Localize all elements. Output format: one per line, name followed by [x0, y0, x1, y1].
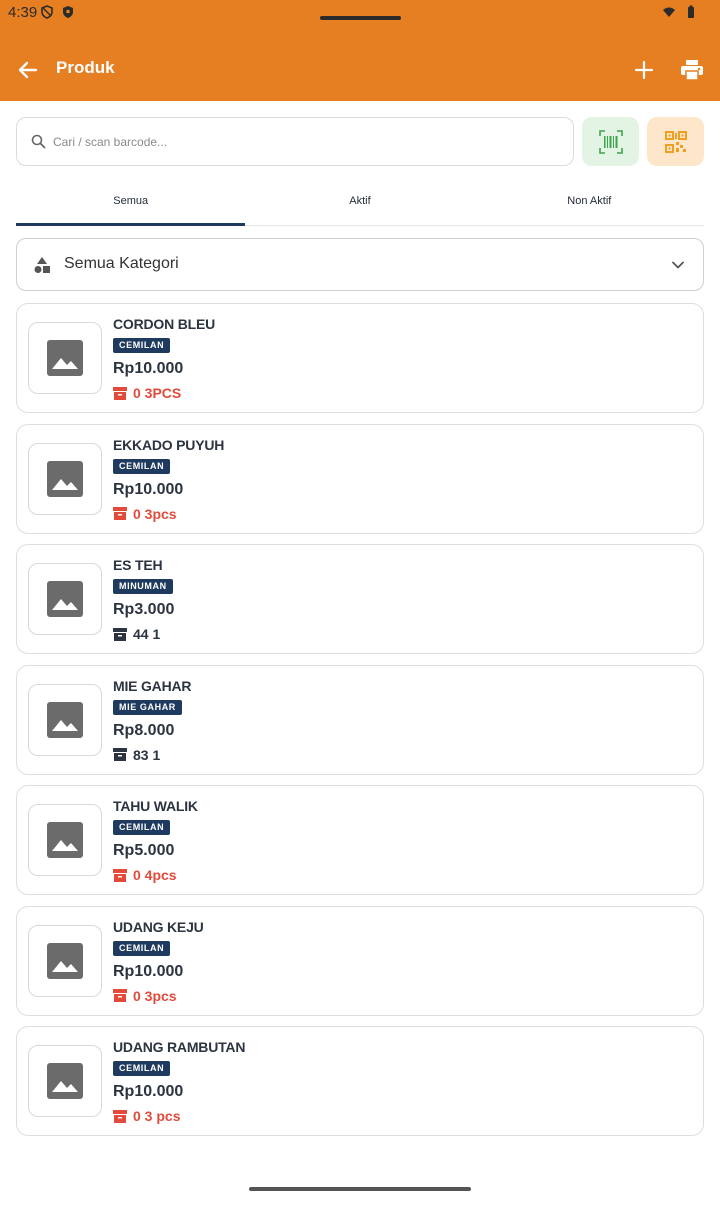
page-title: Produk: [56, 58, 115, 77]
product-card[interactable]: ES TEH MINUMAN Rp3.000 44 1: [16, 544, 704, 654]
back-button[interactable]: [12, 54, 44, 86]
product-name: UDANG RAMBUTAN: [113, 1039, 246, 1055]
category-dropdown-label: Semua Kategori: [64, 255, 179, 272]
status-bar: 4:39: [0, 0, 720, 28]
stock-value: 83 1: [133, 746, 161, 763]
image-placeholder-icon: [47, 581, 83, 617]
print-button[interactable]: [676, 54, 708, 86]
archive-box-icon: [113, 507, 127, 520]
qr-code-icon: [664, 130, 687, 153]
battery-icon: [688, 5, 694, 18]
image-placeholder-icon: [47, 942, 83, 979]
product-card[interactable]: MIE GAHAR MIE GAHAR Rp8.000 83 1: [16, 664, 704, 775]
stock-value: 0 3pcs: [133, 987, 177, 1004]
gesture-nav-bar: [249, 1187, 471, 1191]
product-stock: 0 4pcs: [113, 867, 177, 883]
product-price: Rp10.000: [113, 962, 184, 980]
product-thumbnail: [28, 322, 102, 394]
stock-value: 0 3PCS: [133, 385, 182, 401]
product-name: EKKADO PUYUH: [113, 436, 225, 453]
category-badge: MINUMAN: [113, 579, 173, 594]
image-placeholder-icon: [47, 340, 83, 376]
app-bar: 4:39 Produk: [0, 0, 720, 101]
product-card[interactable]: EKKADO PUYUH CEMILAN Rp10.000 0 3pcs: [16, 423, 704, 534]
add-product-button[interactable]: [628, 54, 660, 86]
archive-box-icon: [113, 868, 127, 882]
tab-aktif[interactable]: Aktif: [245, 180, 474, 225]
archive-box-icon: [113, 1109, 127, 1123]
shapes-icon: [34, 257, 50, 273]
product-name: CORDON BLEU: [113, 316, 216, 332]
category-badge: CEMILAN: [113, 820, 171, 835]
product-price: Rp10.000: [113, 480, 184, 498]
product-price: Rp3.000: [113, 601, 175, 618]
product-stock: 0 3 pcs: [113, 1108, 180, 1124]
printer-icon: [681, 60, 703, 80]
security-shield-icon: [63, 6, 73, 18]
image-placeholder-icon: [47, 460, 83, 497]
tab-non-aktif[interactable]: Non Aktif: [475, 180, 704, 225]
category-dropdown[interactable]: Semua Kategori: [16, 238, 704, 291]
category-badge: CEMILAN: [113, 458, 171, 474]
vpn-shield-icon: [41, 5, 53, 19]
product-thumbnail: [28, 442, 102, 515]
stock-value: 0 3 pcs: [133, 1108, 181, 1124]
product-price: Rp10.000: [113, 360, 184, 377]
wifi-icon: [663, 7, 675, 17]
archive-box-icon: [113, 748, 127, 761]
arrow-left-icon: [18, 61, 38, 79]
category-badge: CEMILAN: [113, 338, 171, 353]
product-name: TAHU WALIK: [113, 798, 198, 814]
status-notch-pill: [320, 16, 401, 20]
tab-semua[interactable]: Semua: [16, 180, 246, 226]
search-bar: [16, 117, 574, 166]
product-stock: 0 3pcs: [113, 506, 177, 522]
chevron-down-icon: [672, 261, 684, 269]
product-name: UDANG KEJU: [113, 918, 204, 935]
status-time: 4:39: [8, 4, 38, 21]
product-thumbnail: [28, 683, 102, 756]
archive-box-icon: [113, 386, 127, 400]
product-name: MIE GAHAR: [113, 677, 192, 694]
image-placeholder-icon: [47, 1063, 83, 1099]
scan-qr-button[interactable]: [647, 117, 704, 166]
stock-value: 0 4pcs: [133, 867, 177, 883]
product-stock: 0 3PCS: [113, 385, 181, 401]
search-input[interactable]: [53, 130, 553, 154]
product-thumbnail: [28, 563, 102, 635]
product-card[interactable]: UDANG KEJU CEMILAN Rp10.000 0 3pcs: [16, 905, 704, 1016]
product-card[interactable]: CORDON BLEU CEMILAN Rp10.000 0 3PCS: [16, 303, 704, 413]
product-card[interactable]: TAHU WALIK CEMILAN Rp5.000 0 4pcs: [16, 785, 704, 895]
product-price: Rp10.000: [113, 1083, 184, 1100]
category-badge: CEMILAN: [113, 940, 171, 956]
product-price: Rp5.000: [113, 842, 175, 859]
product-thumbnail: [28, 804, 102, 876]
stock-value: 0 3pcs: [133, 505, 177, 522]
image-placeholder-icon: [47, 822, 83, 858]
product-thumbnail: [28, 924, 102, 997]
category-badge: CEMILAN: [113, 1061, 171, 1076]
product-name: ES TEH: [113, 557, 163, 573]
scan-barcode-button[interactable]: [582, 117, 639, 166]
product-stock: 83 1: [113, 747, 160, 763]
product-list: CORDON BLEU CEMILAN Rp10.000 0 3PCS EKKA…: [16, 303, 704, 1147]
product-thumbnail: [28, 1045, 102, 1117]
status-tabs: Semua Aktif Non Aktif: [16, 180, 704, 226]
product-stock: 44 1: [113, 626, 160, 642]
plus-icon: [635, 61, 653, 79]
image-placeholder-icon: [47, 701, 83, 738]
stock-value: 44 1: [133, 626, 161, 642]
product-price: Rp8.000: [113, 721, 175, 739]
archive-box-icon: [113, 989, 127, 1002]
category-badge: MIE GAHAR: [113, 699, 182, 715]
barcode-icon: [598, 129, 623, 154]
product-stock: 0 3pcs: [113, 988, 177, 1004]
search-icon: [31, 134, 46, 149]
archive-box-icon: [113, 627, 127, 641]
product-card[interactable]: UDANG RAMBUTAN CEMILAN Rp10.000 0 3 pcs: [16, 1026, 704, 1136]
